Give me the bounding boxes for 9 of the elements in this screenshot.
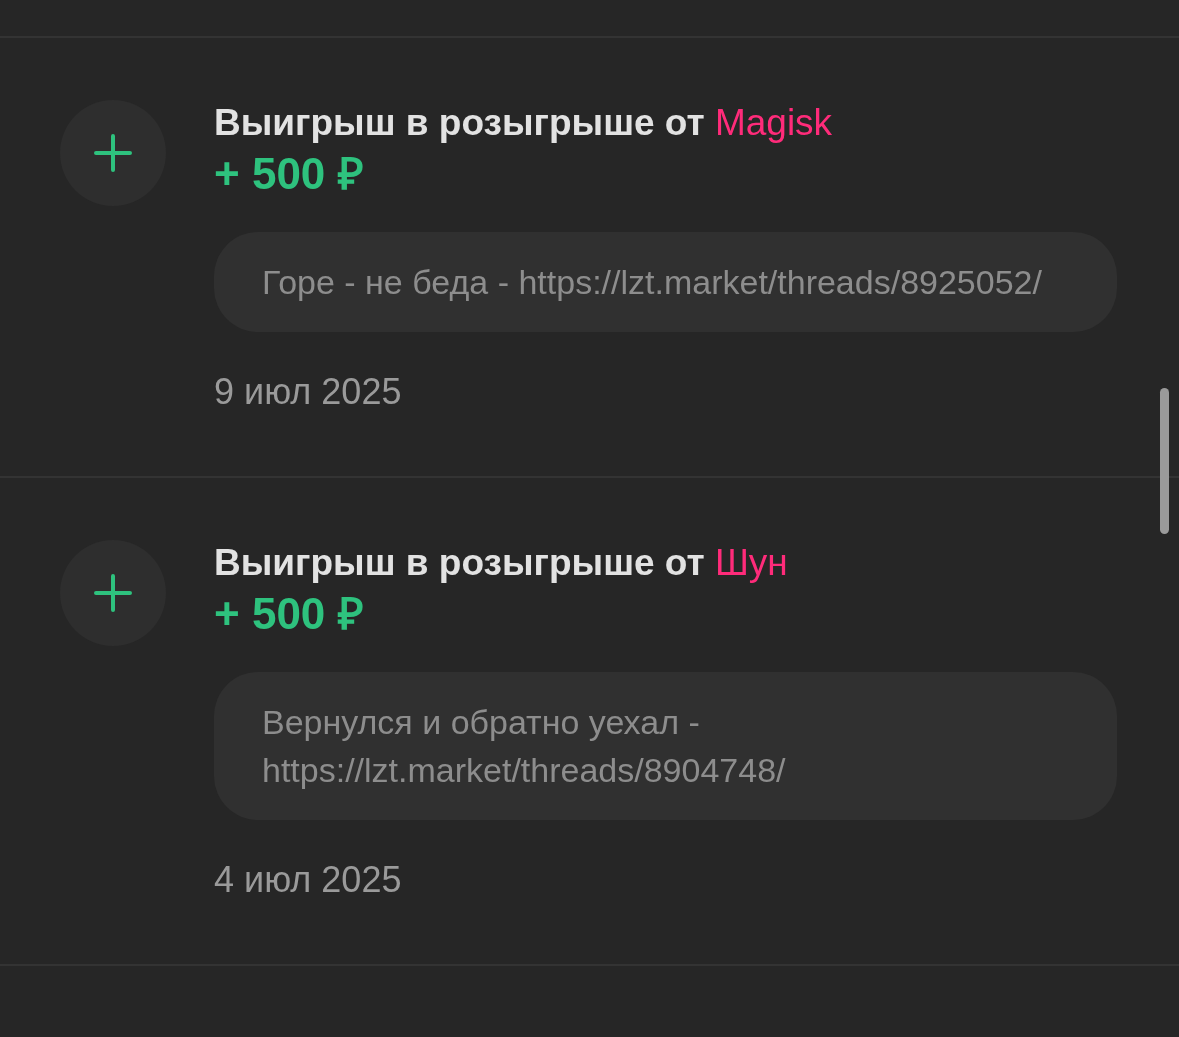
transaction-title: Выигрыш в розыгрыше от Magisk — [214, 101, 834, 145]
message-bubble: Горе - не беда - https://lzt.market/threads/8925052/ — [214, 232, 1117, 332]
scrollbar-thumb[interactable] — [1160, 388, 1169, 534]
date: 4 июл 2025 — [214, 860, 402, 900]
date: 9 июл 2025 — [214, 372, 402, 412]
amount: + 500 ₽ — [214, 588, 364, 640]
message-bubble: Вернулся и обратно уехал - https://lzt.market/threads/8904748/ — [214, 672, 1117, 820]
amount: + 500 ₽ — [214, 148, 364, 200]
transaction-title: Выигрыш в розыгрыше от Шун — [214, 541, 789, 585]
